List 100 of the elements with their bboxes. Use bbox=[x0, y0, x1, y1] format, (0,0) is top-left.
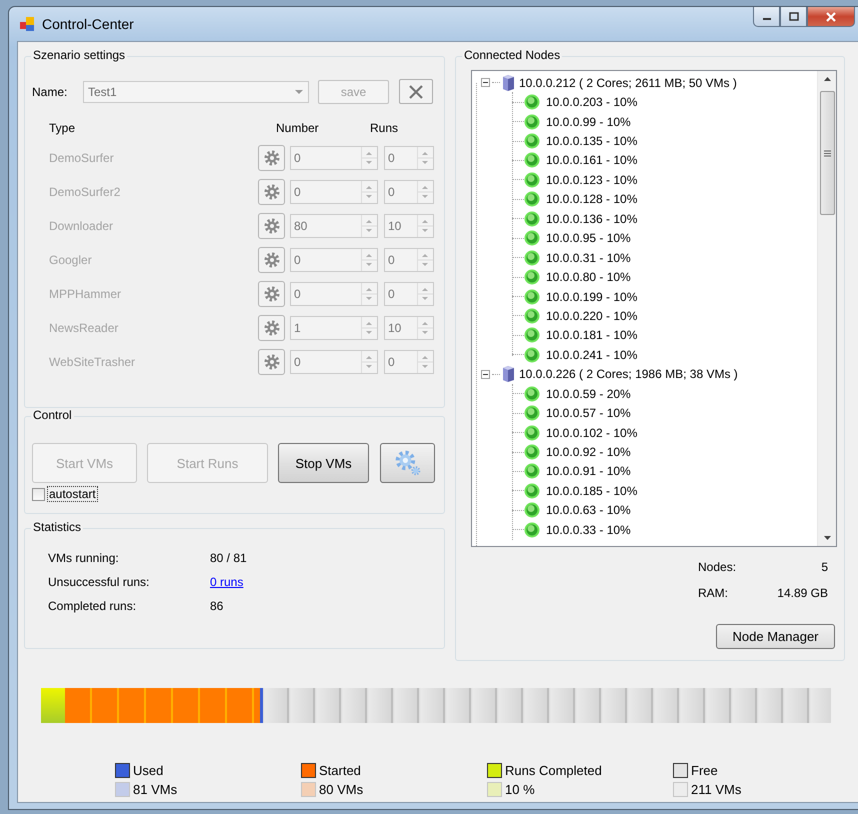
spin-arrows-icon[interactable] bbox=[361, 215, 377, 237]
status-dot-icon bbox=[524, 463, 540, 480]
tree-item[interactable]: 10.0.0.185 - 10% bbox=[546, 484, 638, 498]
tree-item[interactable]: 10.0.0.136 - 10% bbox=[546, 212, 638, 226]
stat-value: 80 / 81 bbox=[210, 551, 247, 567]
spin-arrows-icon[interactable] bbox=[417, 249, 433, 271]
spin-arrows-icon[interactable] bbox=[417, 351, 433, 373]
name-dropdown[interactable]: Test1 bbox=[83, 80, 309, 102]
settings-button[interactable] bbox=[258, 315, 285, 341]
tree-item[interactable]: 10.0.0.59 - 20% bbox=[546, 386, 631, 401]
status-dot-icon bbox=[524, 269, 540, 286]
spin-arrows-icon[interactable] bbox=[361, 249, 377, 271]
group-title: Control bbox=[31, 408, 74, 422]
status-dot-icon bbox=[524, 482, 540, 499]
status-dot-icon bbox=[524, 133, 540, 150]
scroll-thumb[interactable] bbox=[820, 91, 834, 215]
group-title: Szenario settings bbox=[31, 48, 128, 62]
spin-arrows-icon[interactable] bbox=[417, 215, 433, 237]
legend-value: 80 VMs bbox=[319, 782, 364, 797]
tree-item[interactable]: 10.0.0.199 - 10% bbox=[546, 290, 638, 304]
gear-icon bbox=[264, 354, 280, 370]
settings-button[interactable] bbox=[258, 349, 285, 375]
minimize-button[interactable] bbox=[753, 7, 780, 27]
tree-item[interactable]: 10.0.0.92 - 10% bbox=[546, 445, 631, 460]
legend-label: Started bbox=[319, 763, 361, 778]
capacity-completed-segment bbox=[41, 688, 65, 723]
minus-icon bbox=[483, 80, 488, 86]
spin-arrows-icon[interactable] bbox=[361, 181, 377, 203]
tree-item[interactable]: 10.0.0.135 - 10% bbox=[546, 134, 638, 148]
summary-value: 5 bbox=[821, 560, 828, 576]
group-title: Connected Nodes bbox=[462, 48, 562, 62]
tree-item[interactable]: 10.0.0.33 - 10% bbox=[546, 522, 631, 537]
close-button[interactable] bbox=[807, 7, 855, 27]
collapse-toggle[interactable] bbox=[481, 370, 490, 379]
tree-item[interactable]: 10.0.0.99 - 10% bbox=[546, 114, 631, 129]
tree-item[interactable]: 10.0.0.57 - 10% bbox=[546, 406, 631, 420]
legend-label: Free bbox=[691, 763, 718, 778]
collapse-toggle[interactable] bbox=[481, 78, 490, 88]
scrollbar[interactable] bbox=[817, 71, 836, 546]
spin-arrows-icon[interactable] bbox=[417, 317, 433, 339]
runs-link[interactable]: 0 runs bbox=[210, 575, 244, 599]
action-button[interactable]: Stop VMs bbox=[278, 443, 369, 483]
tree-item[interactable]: 10.0.0.102 - 10% bbox=[546, 426, 638, 440]
node-manager-button[interactable]: Node Manager bbox=[716, 624, 835, 649]
maximize-button[interactable] bbox=[780, 7, 807, 27]
spin-arrows-icon[interactable] bbox=[361, 283, 377, 305]
settings-button[interactable] bbox=[258, 145, 285, 171]
stat-value: 86 bbox=[210, 599, 224, 615]
legend-swatch bbox=[487, 782, 502, 797]
tree-item[interactable]: 10.0.0.181 - 10% bbox=[546, 328, 638, 342]
spin-arrows-icon[interactable] bbox=[417, 181, 433, 203]
legend-label: Used bbox=[133, 763, 164, 778]
settings-button[interactable] bbox=[258, 213, 285, 239]
tree-item[interactable]: 10.0.0.123 - 10% bbox=[546, 172, 638, 187]
spin-arrows-icon[interactable] bbox=[417, 283, 433, 305]
spin-arrows-icon[interactable] bbox=[361, 351, 377, 373]
app-icon bbox=[19, 16, 35, 32]
status-dot-icon bbox=[524, 172, 540, 188]
legend-value: 81 VMs bbox=[133, 782, 178, 797]
type-label: Googler bbox=[48, 253, 93, 267]
autostart-checkbox[interactable] bbox=[32, 488, 45, 500]
tree-item[interactable]: 10.0.0.31 - 10% bbox=[546, 250, 631, 265]
gear-icon bbox=[264, 184, 280, 200]
tree-item[interactable]: 10.0.0.203 - 10% bbox=[546, 95, 638, 110]
checkbox-label[interactable]: autostart bbox=[47, 486, 98, 502]
tree-item[interactable]: 10.0.0.226 ( 2 Cores; 1986 MB; 38 VMs ) bbox=[519, 367, 738, 382]
tree-item[interactable]: 10.0.0.220 - 10% bbox=[546, 308, 638, 323]
tree-item[interactable]: 10.0.0.63 - 10% bbox=[546, 503, 631, 518]
settings-button[interactable] bbox=[258, 281, 285, 307]
settings-button[interactable] bbox=[380, 443, 435, 483]
server-icon bbox=[500, 74, 516, 92]
delete-button[interactable] bbox=[399, 79, 433, 104]
tree-item[interactable]: 10.0.0.91 - 10% bbox=[546, 464, 631, 478]
type-label: WebSiteTrasher bbox=[48, 355, 136, 369]
gear-icon bbox=[264, 150, 280, 166]
status-dot-icon bbox=[524, 152, 540, 168]
legend-swatch bbox=[673, 782, 688, 797]
close-icon bbox=[825, 12, 837, 22]
summary-value: 14.89 GB bbox=[777, 586, 828, 602]
tree-item[interactable]: 10.0.0.95 - 10% bbox=[546, 231, 631, 246]
status-dot-icon bbox=[524, 94, 540, 110]
grip-icon bbox=[824, 150, 830, 156]
tree-item[interactable]: 10.0.0.161 - 10% bbox=[546, 153, 638, 168]
spin-arrows-icon[interactable] bbox=[417, 147, 433, 169]
tree-item[interactable]: 10.0.0.241 - 10% bbox=[546, 348, 638, 362]
tree-item[interactable]: 10.0.0.128 - 10% bbox=[546, 192, 638, 206]
status-dot-icon bbox=[524, 424, 540, 441]
settings-button[interactable] bbox=[258, 247, 285, 273]
tree-item[interactable]: 10.0.0.212 ( 2 Cores; 2611 MB; 50 VMs ) bbox=[519, 76, 737, 90]
summary-label: RAM: bbox=[698, 586, 728, 602]
column-header: Number bbox=[276, 121, 320, 137]
spin-arrows-icon[interactable] bbox=[361, 147, 377, 169]
spin-arrows-icon[interactable] bbox=[361, 317, 377, 339]
type-label: DemoSurfer2 bbox=[48, 185, 122, 199]
dropdown-arrow-icon bbox=[294, 88, 304, 94]
maximize-icon bbox=[788, 12, 798, 21]
settings-button[interactable] bbox=[258, 179, 285, 205]
status-dot-icon bbox=[524, 346, 540, 363]
capacity-used-segment bbox=[260, 688, 263, 723]
tree-item[interactable]: 10.0.0.80 - 10% bbox=[546, 270, 631, 284]
